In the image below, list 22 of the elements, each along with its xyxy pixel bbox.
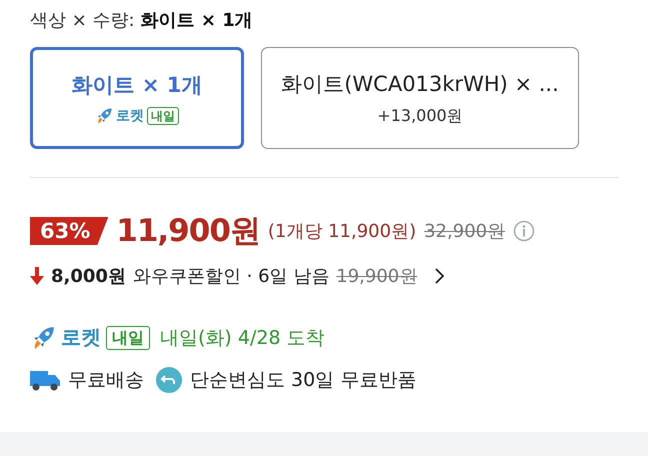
rocket-label: 로켓 xyxy=(61,324,101,351)
chevron-right-icon[interactable] xyxy=(434,268,444,284)
sale-price: 11,900원 xyxy=(116,212,260,251)
coupon-amount: 8,000원 xyxy=(51,265,126,288)
delivery-tag: 내일 xyxy=(106,326,150,350)
coupon-label: 와우쿠폰할인 · 6일 남음 xyxy=(132,265,330,288)
rocket-label: 로켓 xyxy=(116,107,144,125)
option-card[interactable]: 화이트 × 1개 로켓 내일 xyxy=(30,47,244,149)
down-arrow-icon xyxy=(30,267,44,285)
discount-badge: 63% xyxy=(30,217,108,245)
option-label: 색상 × 수량: xyxy=(30,9,135,32)
option-card[interactable]: 화이트(WCA013krWH) × ... +13,000원 xyxy=(261,47,579,149)
selected-option-value: 화이트 × 1개 xyxy=(140,9,253,32)
benefit-label: 단순변심도 30일 무료반품 xyxy=(190,368,416,393)
return-icon xyxy=(156,367,182,393)
coupon-price: 19,900원 xyxy=(336,265,418,288)
delivery-tag: 내일 xyxy=(147,107,179,125)
benefit-label: 무료배송 xyxy=(68,368,144,393)
unit-price: (1개당 11,900원) xyxy=(268,220,416,243)
arrival-date: 내일(화) 4/28 도착 xyxy=(160,326,325,350)
truck-icon xyxy=(30,369,60,391)
original-price: 32,900원 xyxy=(424,220,506,243)
